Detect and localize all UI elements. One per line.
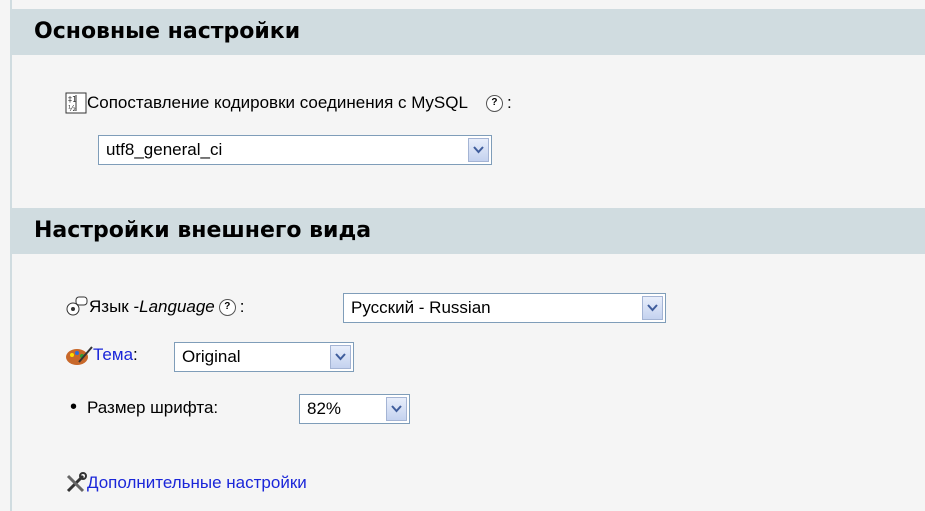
collation-select[interactable]: utf8_general_ci [98, 135, 492, 165]
help-icon[interactable]: ? [218, 298, 236, 316]
appearance-settings-header: Настройки внешнего вида [12, 208, 925, 254]
theme-select[interactable]: Original [174, 342, 354, 372]
language-icon [65, 295, 89, 319]
general-settings-header: Основные настройки [12, 9, 925, 55]
chevron-down-icon[interactable] [642, 296, 663, 320]
appearance-settings-title: Настройки внешнего вида [34, 218, 372, 243]
colon: : [506, 93, 512, 112]
colon: : [133, 345, 138, 364]
language-value: Русский - Russian [351, 298, 491, 317]
more-settings-link[interactable]: Дополнительные настройки [87, 473, 307, 493]
help-icon[interactable]: ? [485, 94, 503, 112]
left-border [0, 0, 12, 511]
font-size-label: Размер шрифта: [87, 397, 219, 417]
chevron-down-icon[interactable] [386, 397, 407, 421]
font-size-value: 82% [307, 399, 342, 418]
language-label-italic: Language [139, 297, 215, 316]
tools-icon [65, 472, 87, 494]
chevron-down-icon[interactable] [468, 138, 489, 162]
font-size-row: • Размер шрифта: [70, 396, 218, 419]
collation-row: ‡1 ½ Сопоставление кодировки соединения … [65, 92, 512, 114]
collation-label: Сопоставление кодировки соединения с MyS… [87, 93, 468, 112]
language-row: Язык - Language ? : [65, 295, 245, 319]
svg-text:½: ½ [68, 104, 76, 113]
palette-icon [65, 344, 93, 366]
general-settings-title: Основные настройки [34, 19, 301, 44]
collation-value: utf8_general_ci [106, 140, 223, 159]
colon: : [239, 297, 245, 316]
theme-row: Тема : [65, 344, 138, 366]
more-settings-row: Дополнительные настройки [65, 472, 307, 494]
language-label-prefix: Язык - [89, 297, 140, 316]
theme-link[interactable]: Тема [93, 345, 133, 365]
font-size-select[interactable]: 82% [299, 394, 410, 424]
sort-order-icon: ‡1 ½ [65, 92, 87, 114]
bullet: • [70, 396, 78, 418]
chevron-down-icon[interactable] [330, 345, 351, 369]
theme-value: Original [182, 347, 241, 366]
language-select[interactable]: Русский - Russian [343, 293, 666, 323]
